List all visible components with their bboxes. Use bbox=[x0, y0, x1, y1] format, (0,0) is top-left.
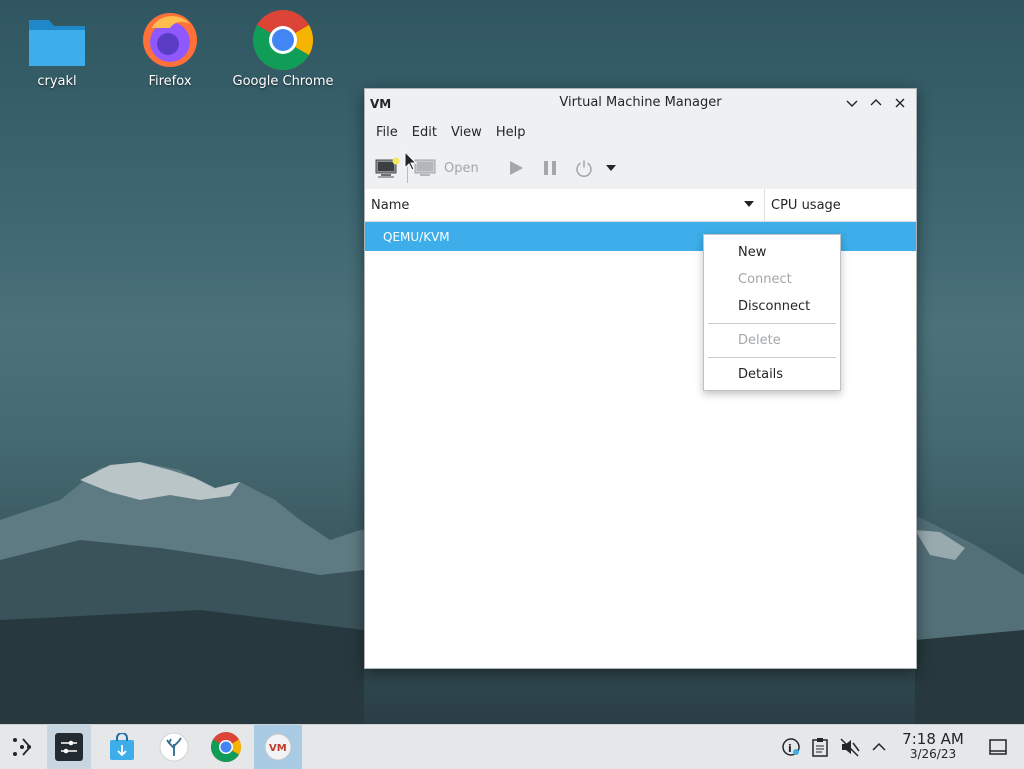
taskbar-clock[interactable]: 7:18 AM 3/26/23 bbox=[898, 731, 968, 761]
clipboard-icon bbox=[812, 738, 828, 757]
mouse-cursor-icon bbox=[404, 151, 418, 171]
show-desktop-button[interactable] bbox=[986, 725, 1010, 769]
new-vm-button[interactable] bbox=[373, 152, 403, 184]
column-header-cpu-label: CPU usage bbox=[771, 197, 841, 213]
power-icon bbox=[576, 160, 592, 177]
tray-clipboard[interactable] bbox=[808, 725, 832, 769]
firefox-icon bbox=[143, 13, 197, 67]
menu-separator bbox=[708, 357, 836, 358]
context-menu-details[interactable]: Details bbox=[704, 361, 840, 388]
tray-volume[interactable] bbox=[838, 725, 862, 769]
svg-text:i: i bbox=[788, 742, 792, 755]
taskbar-discover[interactable] bbox=[100, 725, 144, 769]
context-menu-disconnect[interactable]: Disconnect bbox=[704, 293, 840, 320]
show-desktop-icon bbox=[989, 739, 1007, 755]
desktop-icon-firefox[interactable]: Firefox bbox=[115, 8, 225, 89]
column-header-name[interactable]: Name bbox=[365, 189, 765, 221]
vm-list-header: Name CPU usage bbox=[365, 189, 916, 222]
chrome-icon bbox=[252, 10, 314, 71]
dropdown-arrow-icon bbox=[605, 165, 616, 171]
minimize-button[interactable] bbox=[842, 93, 862, 113]
desktop-icon-cryakl[interactable]: cryakl bbox=[2, 8, 112, 89]
clock-time: 7:18 AM bbox=[902, 730, 964, 748]
connection-name: QEMU/KVM bbox=[383, 229, 450, 244]
pause-icon bbox=[543, 161, 556, 175]
window-title: Virtual Machine Manager bbox=[559, 95, 722, 110]
chrome-icon bbox=[210, 732, 242, 763]
column-header-cpu-usage[interactable]: CPU usage bbox=[765, 189, 916, 221]
virt-manager-icon: VM bbox=[264, 733, 292, 761]
chevron-up-icon bbox=[872, 742, 886, 751]
open-button-label[interactable]: Open bbox=[444, 161, 479, 176]
close-icon bbox=[895, 98, 905, 108]
shutdown-button[interactable] bbox=[567, 152, 601, 184]
settings-icon bbox=[55, 733, 83, 761]
svg-text:VM: VM bbox=[269, 743, 287, 754]
play-icon bbox=[509, 161, 523, 175]
maximize-button[interactable] bbox=[866, 93, 886, 113]
desktop-icon-google-chrome[interactable]: Google Chrome bbox=[228, 8, 338, 89]
tray-updates[interactable]: i bbox=[779, 725, 803, 769]
desktop-icon-label: Firefox bbox=[148, 74, 192, 89]
desktop-icon-label: cryakl bbox=[37, 74, 77, 89]
desktop-icon-label: Google Chrome bbox=[232, 74, 334, 89]
connection-context-menu: New Connect Disconnect Delete Details bbox=[703, 234, 841, 391]
folder-icon bbox=[29, 20, 85, 66]
toolbar: Open bbox=[365, 147, 916, 189]
context-menu-delete[interactable]: Delete bbox=[704, 327, 840, 354]
context-menu-connect[interactable]: Connect bbox=[704, 266, 840, 293]
store-bag-icon bbox=[110, 733, 134, 760]
updates-icon: i bbox=[782, 738, 800, 756]
new-vm-icon bbox=[375, 157, 400, 178]
shutdown-menu-dropdown[interactable] bbox=[601, 152, 621, 184]
taskbar-virt-manager[interactable]: VM bbox=[254, 725, 302, 769]
window-titlebar[interactable]: VM Virtual Machine Manager bbox=[365, 89, 916, 117]
chevron-up-icon bbox=[870, 99, 882, 106]
column-header-name-label: Name bbox=[371, 197, 410, 213]
taskbar-app-coral[interactable] bbox=[152, 725, 196, 769]
clock-date: 3/26/23 bbox=[909, 747, 957, 761]
taskbar: VM i 7:18 AM 3/26/23 bbox=[0, 724, 1024, 769]
taskbar-system-settings[interactable] bbox=[47, 725, 91, 769]
menu-view[interactable]: View bbox=[444, 125, 489, 140]
volume-muted-icon bbox=[840, 738, 860, 757]
taskbar-google-chrome[interactable] bbox=[204, 725, 248, 769]
pause-button[interactable] bbox=[533, 152, 567, 184]
context-menu-new[interactable]: New bbox=[704, 239, 840, 266]
application-launcher-button[interactable] bbox=[0, 725, 44, 769]
menu-file[interactable]: File bbox=[369, 125, 405, 140]
run-button[interactable] bbox=[499, 152, 533, 184]
menubar: File Edit View Help bbox=[365, 117, 916, 147]
menu-edit[interactable]: Edit bbox=[405, 125, 444, 140]
tray-expand[interactable] bbox=[868, 725, 890, 769]
sort-arrow-icon[interactable] bbox=[744, 201, 754, 207]
launcher-icon bbox=[13, 738, 32, 756]
chevron-down-icon bbox=[846, 100, 858, 107]
coral-app-icon bbox=[159, 732, 189, 762]
close-button[interactable] bbox=[890, 93, 910, 113]
menu-separator bbox=[708, 323, 836, 324]
menu-help[interactable]: Help bbox=[489, 125, 533, 140]
